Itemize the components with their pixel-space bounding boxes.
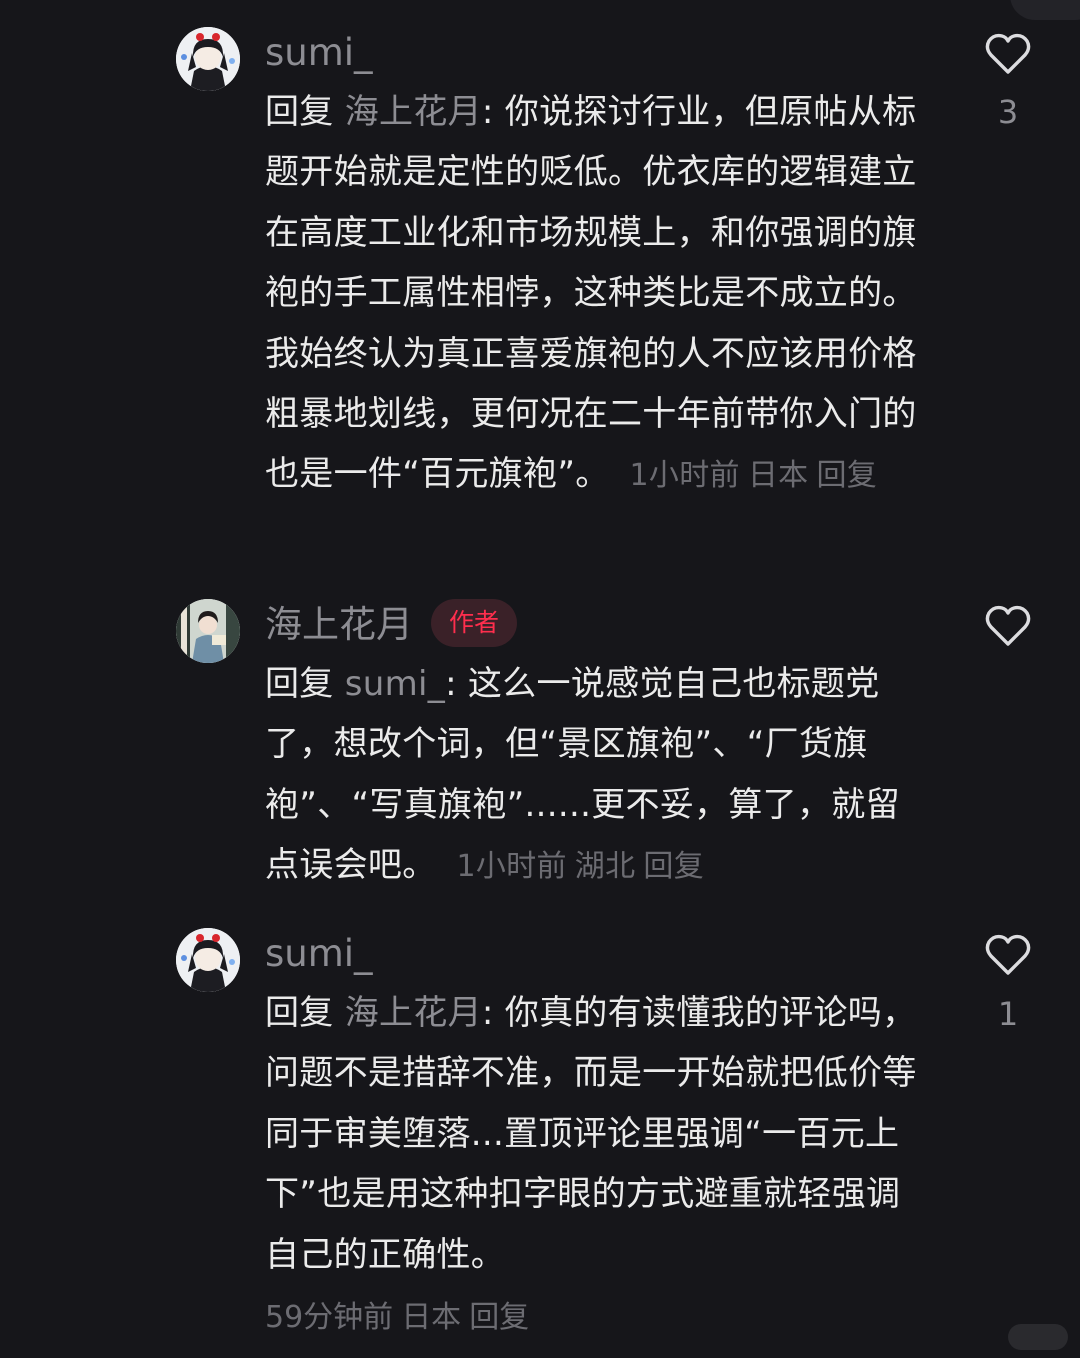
- user-avatar[interactable]: [176, 599, 240, 663]
- avatar-image: [176, 27, 240, 91]
- reply-button[interactable]: 回复: [643, 849, 704, 884]
- comment-time: 1小时前: [629, 458, 740, 494]
- comment-meta: 1小时前 湖北 回复: [457, 849, 705, 884]
- reply-prefix: 回复: [265, 993, 345, 1033]
- reply-target-username[interactable]: 海上花月: [345, 993, 482, 1033]
- avatar-image: [176, 599, 240, 663]
- comment-time: 1小时前: [456, 849, 567, 885]
- user-avatar[interactable]: [176, 928, 240, 992]
- comment-username[interactable]: sumi_: [265, 930, 373, 978]
- top-corner-shape: [1010, 0, 1080, 20]
- comment-content: : 你说探讨行业，但原帖从标题开始就是定性的贬低。优衣库的逻辑建立在高度工业化和…: [265, 92, 917, 495]
- comment-text: 回复 sumi_: 这么一说感觉自己也标题党了，想改个词，但“景区旗袍”、“厂货…: [265, 654, 930, 898]
- reply-target-username[interactable]: sumi_: [345, 664, 445, 704]
- watermark-logo: [1008, 1324, 1068, 1350]
- author-badge: 作者: [431, 599, 517, 647]
- reply-button[interactable]: 回复: [816, 458, 877, 493]
- comment-meta: 59分钟前 日本 回复: [265, 1294, 537, 1342]
- comment-location: 日本: [747, 458, 809, 494]
- comment-text: 回复 海上花月: 你真的有读懂我的评论吗，问题不是措辞不准，而是一开始就把低价等…: [265, 983, 930, 1285]
- comment-location: 湖北: [574, 849, 636, 885]
- comment-username[interactable]: sumi_: [265, 29, 373, 77]
- comment-location: 日本: [401, 1300, 462, 1335]
- comment-username[interactable]: 海上花月: [265, 601, 413, 649]
- comment-content: : 你真的有读懂我的评论吗，问题不是措辞不准，而是一开始就把低价等同于审美堕落.…: [265, 993, 917, 1275]
- avatar-image: [176, 928, 240, 992]
- user-avatar[interactable]: [176, 27, 240, 91]
- comments-screen: sumi_ 3 回复 海上花月: 你说探讨行业，但原帖从标题开始就是定性的贬低。…: [0, 0, 1080, 1358]
- reply-prefix: 回复: [265, 664, 345, 704]
- comment-meta: 1小时前 日本 回复: [630, 458, 878, 493]
- heart-outline-icon[interactable]: [984, 604, 1032, 648]
- heart-outline-icon[interactable]: [984, 933, 1032, 977]
- like-count: 1: [997, 995, 1019, 1033]
- reply-target-username[interactable]: 海上花月: [345, 92, 482, 132]
- heart-outline-icon[interactable]: [984, 32, 1032, 76]
- reply-button[interactable]: 回复: [469, 1300, 529, 1335]
- comment-time: 59分钟前: [265, 1300, 394, 1335]
- like-count: 3: [997, 93, 1019, 131]
- comment-text: 回复 海上花月: 你说探讨行业，但原帖从标题开始就是定性的贬低。优衣库的逻辑建立…: [265, 82, 930, 507]
- reply-prefix: 回复: [265, 92, 345, 132]
